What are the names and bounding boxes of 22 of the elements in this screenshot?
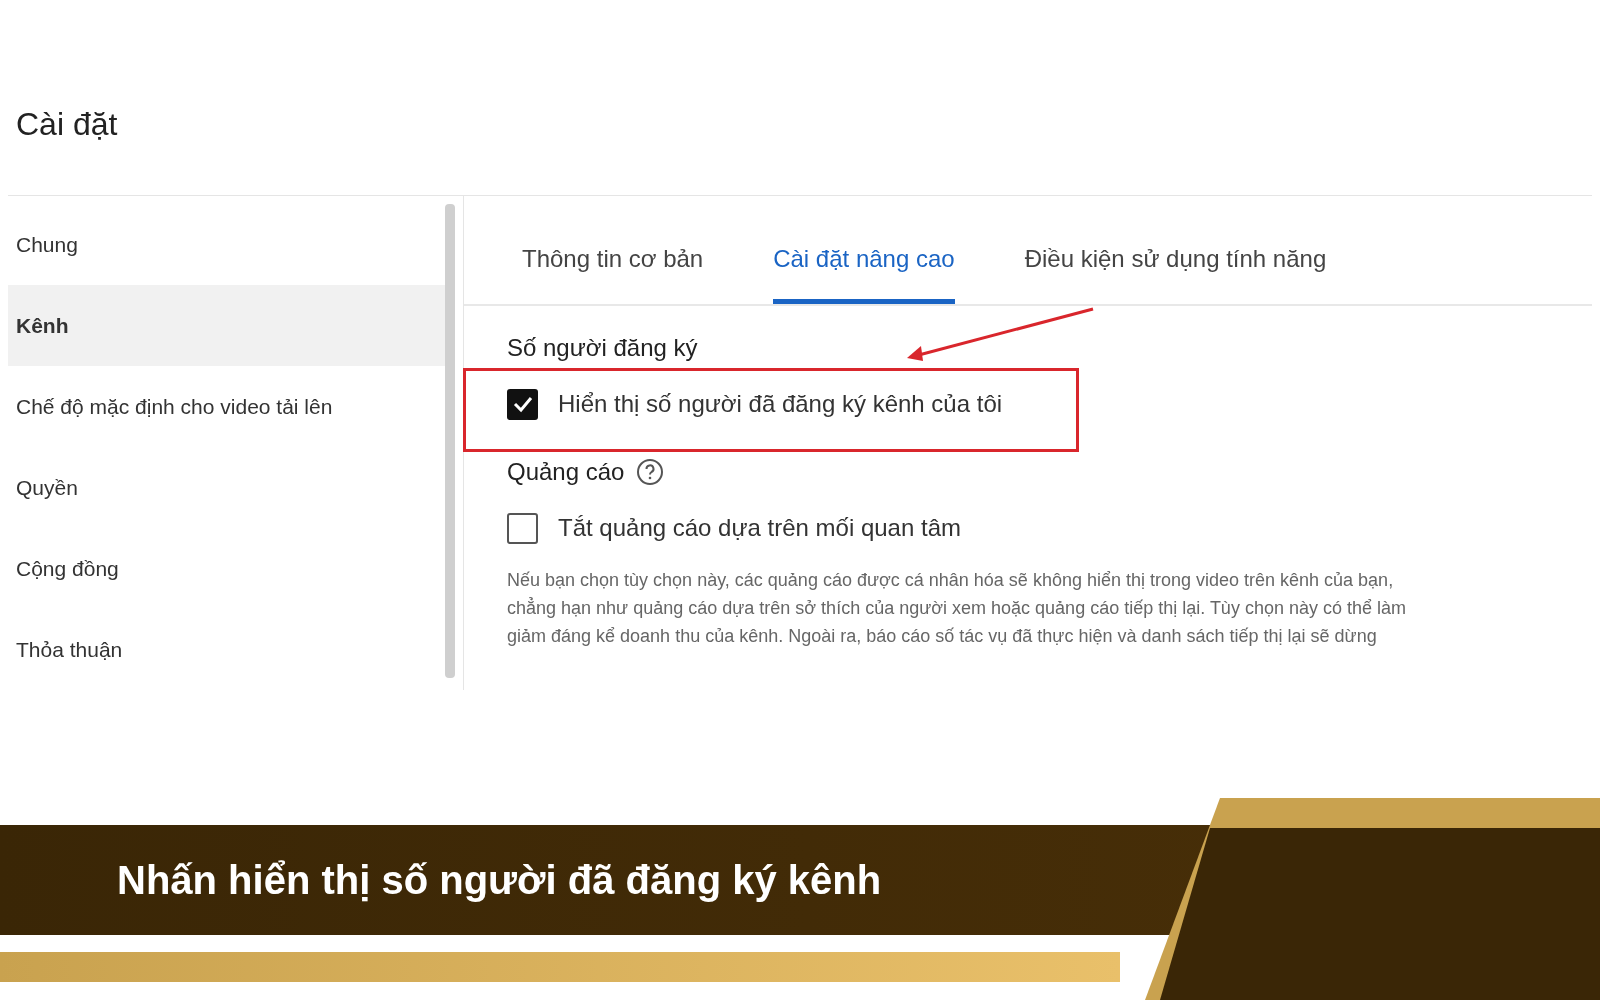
checkbox-label: Tắt quảng cáo dựa trên mối quan tâm bbox=[558, 513, 961, 543]
description-line: chẳng hạn như quảng cáo dựa trên sở thích của người xem hoặc quảng cáo tiếp thị lại. Tùy chọn này có thể làm bbox=[507, 596, 1407, 620]
sidebar-item[interactable]: Chế độ mặc định cho video tải lên bbox=[8, 366, 445, 447]
checkbox[interactable] bbox=[507, 388, 538, 420]
tab[interactable]: Thông tin cơ bản bbox=[522, 241, 704, 304]
checkbox-label: Hiển thị số người đã đăng ký kênh của tôi bbox=[558, 389, 1003, 419]
page-title: Cài đặt bbox=[15, 105, 119, 144]
section-heading: Số người đăng ký bbox=[507, 333, 698, 363]
sidebar-item[interactable]: Kênh bbox=[8, 285, 445, 366]
sidebar-item[interactable]: Thỏa thuận bbox=[8, 609, 445, 690]
description-line: giảm đáng kể doanh thu của kênh. Ngoài ra, báo cáo số tác vụ đã thực hiện và danh sách tiếp thị lại sẽ dừng bbox=[507, 625, 1378, 648]
sidebar-item[interactable]: Cộng đồng bbox=[8, 528, 445, 609]
description-line: Nếu bạn chọn tùy chọn này, các quảng cáo được cá nhân hóa sẽ không hiển thị trong video trên kênh của bạn, bbox=[507, 569, 1395, 592]
sidebar-item[interactable]: Chung bbox=[8, 204, 445, 285]
tab[interactable]: Cài đặt nâng cao bbox=[773, 241, 955, 304]
scrollbar[interactable] bbox=[445, 204, 455, 678]
section-heading: Quảng cáo bbox=[507, 457, 625, 487]
tab[interactable]: Điều kiện sử dụng tính năng bbox=[1024, 241, 1327, 304]
help-icon[interactable] bbox=[636, 458, 665, 486]
sidebar-item[interactable]: Quyền bbox=[8, 447, 445, 528]
checkbox[interactable] bbox=[507, 512, 538, 544]
caption-text: Nhấn hiển thị số người đã đăng ký kênh bbox=[117, 857, 882, 904]
